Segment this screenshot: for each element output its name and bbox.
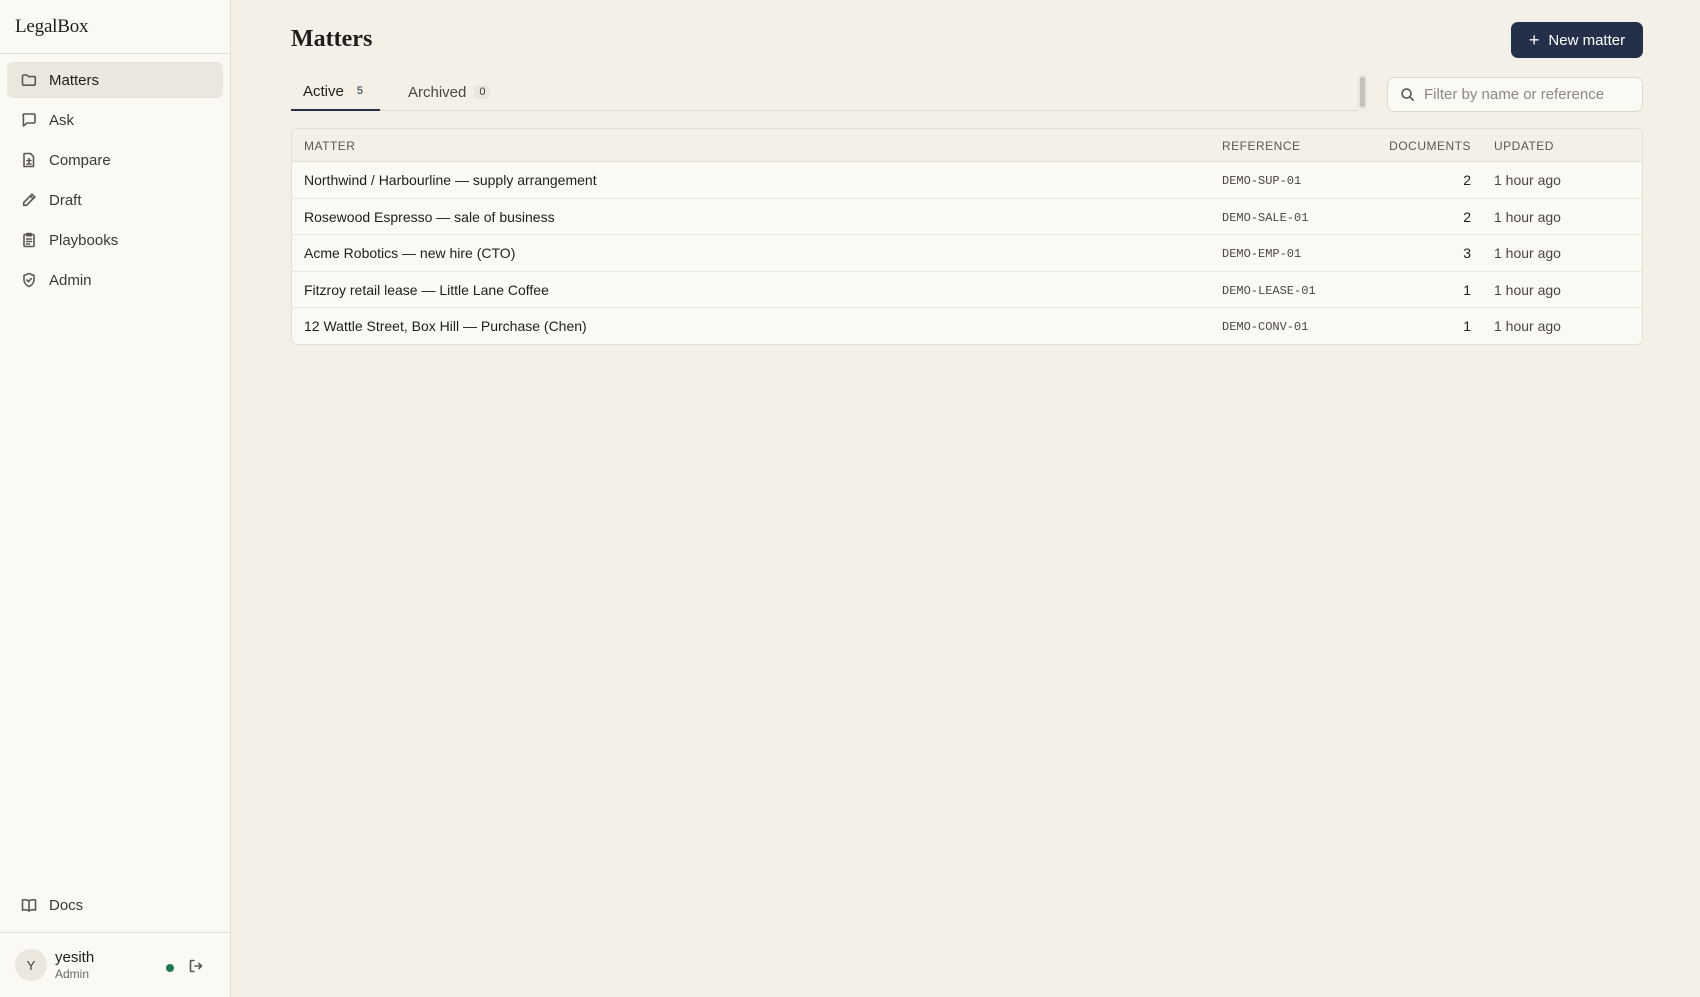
updated-time: 1 hour ago xyxy=(1494,318,1561,334)
tab-label: Archived xyxy=(408,83,467,101)
column-header-matter[interactable]: MATTER xyxy=(304,139,355,153)
document-compare-icon xyxy=(20,151,38,169)
table-header: MATTER REFERENCE DOCUMENTS UPDATED xyxy=(292,129,1642,162)
matter-name[interactable]: Acme Robotics — new hire (CTO) xyxy=(304,245,515,261)
column-header-reference[interactable]: REFERENCE xyxy=(1222,139,1301,153)
search-input[interactable] xyxy=(1424,86,1634,103)
matter-reference: DEMO-SALE-01 xyxy=(1222,210,1309,225)
updated-time: 1 hour ago xyxy=(1494,208,1561,225)
table-row[interactable]: 12 Wattle Street, Box Hill — Purchase (C… xyxy=(292,308,1642,344)
user-profile: Y yesith Admin xyxy=(0,932,230,997)
page-title: Matters xyxy=(291,26,373,52)
online-status-indicator xyxy=(166,964,174,972)
app-logo[interactable]: LegalBox xyxy=(0,0,230,54)
sidebar-item-label: Ask xyxy=(49,111,75,129)
sidebar-item-label: Compare xyxy=(49,151,111,169)
column-header-updated[interactable]: UPDATED xyxy=(1494,139,1554,153)
document-count: 2 xyxy=(1463,172,1471,188)
tab-bar: Active 5 Archived 0 xyxy=(291,73,1358,111)
matter-name[interactable]: 12 Wattle Street, Box Hill — Purchase (C… xyxy=(304,318,587,334)
sidebar-item-compare[interactable]: Compare xyxy=(7,142,223,178)
pen-icon xyxy=(20,191,38,209)
user-name: yesith xyxy=(55,948,95,966)
new-matter-button[interactable]: + New matter xyxy=(1511,22,1643,58)
plus-icon: + xyxy=(1528,30,1540,50)
sidebar-item-label: Playbooks xyxy=(49,231,119,249)
matters-table: MATTER REFERENCE DOCUMENTS UPDATED North… xyxy=(291,128,1643,345)
book-icon xyxy=(20,896,38,914)
tab-label: Active xyxy=(303,82,344,100)
sidebar-item-draft[interactable]: Draft xyxy=(7,182,223,218)
tab-count-badge: 5 xyxy=(351,84,368,98)
sidebar-item-playbooks[interactable]: Playbooks xyxy=(7,222,223,258)
shield-icon xyxy=(20,271,38,289)
tab-active[interactable]: Active 5 xyxy=(291,73,380,111)
matter-reference: DEMO-LEASE-01 xyxy=(1222,283,1316,298)
sidebar-item-docs[interactable]: Docs xyxy=(7,887,223,923)
table-row[interactable]: Northwind / Harbourline — supply arrange… xyxy=(292,162,1642,199)
sidebar-item-ask[interactable]: Ask xyxy=(7,102,223,138)
column-header-documents[interactable]: DOCUMENTS xyxy=(1389,139,1471,153)
new-matter-label: New matter xyxy=(1548,31,1626,49)
sidebar-nav: Matters Ask Compare Draft Playbooks Admi… xyxy=(0,54,230,298)
sidebar-item-label: Matters xyxy=(49,71,100,89)
updated-time: 1 hour ago xyxy=(1494,281,1561,298)
clipboard-icon xyxy=(20,231,38,249)
matter-name[interactable]: Rosewood Espresso — sale of business xyxy=(304,209,555,225)
search-box xyxy=(1387,77,1643,112)
scrollbar-handle[interactable] xyxy=(1358,75,1367,109)
matter-name[interactable]: Fitzroy retail lease — Little Lane Coffe… xyxy=(304,282,549,298)
document-count: 1 xyxy=(1463,281,1471,298)
updated-time: 1 hour ago xyxy=(1494,172,1561,188)
matter-reference: DEMO-EMP-01 xyxy=(1222,247,1302,261)
user-info: yesith Admin xyxy=(55,949,94,982)
avatar[interactable]: Y xyxy=(15,949,47,981)
user-role: Admin xyxy=(55,966,90,981)
document-count: 2 xyxy=(1463,208,1471,225)
sidebar-item-admin[interactable]: Admin xyxy=(7,262,223,298)
table-row[interactable]: Fitzroy retail lease — Little Lane Coffe… xyxy=(292,272,1642,308)
search-icon xyxy=(1401,88,1414,101)
sidebar-item-matters[interactable]: Matters xyxy=(7,62,223,98)
matter-reference: DEMO-SUP-01 xyxy=(1222,174,1302,188)
logout-icon[interactable] xyxy=(188,958,206,976)
matter-name[interactable]: Northwind / Harbourline — supply arrange… xyxy=(304,172,597,188)
sidebar-item-label: Draft xyxy=(49,191,82,209)
chat-icon xyxy=(20,111,38,129)
sidebar: LegalBox Matters Ask Compare Draft Playb… xyxy=(0,0,231,997)
document-count: 1 xyxy=(1463,318,1471,334)
tab-count-badge: 0 xyxy=(474,85,491,99)
sidebar-item-label: Admin xyxy=(49,271,92,289)
document-count: 3 xyxy=(1463,245,1471,261)
matter-reference: DEMO-CONV-01 xyxy=(1222,320,1309,334)
sidebar-item-label: Docs xyxy=(49,896,84,914)
table-row[interactable]: Acme Robotics — new hire (CTO) DEMO-EMP-… xyxy=(292,235,1642,272)
table-row[interactable]: Rosewood Espresso — sale of business DEM… xyxy=(292,199,1642,235)
updated-time: 1 hour ago xyxy=(1494,245,1561,261)
tab-archived[interactable]: Archived 0 xyxy=(398,73,500,111)
folder-icon xyxy=(20,71,38,89)
